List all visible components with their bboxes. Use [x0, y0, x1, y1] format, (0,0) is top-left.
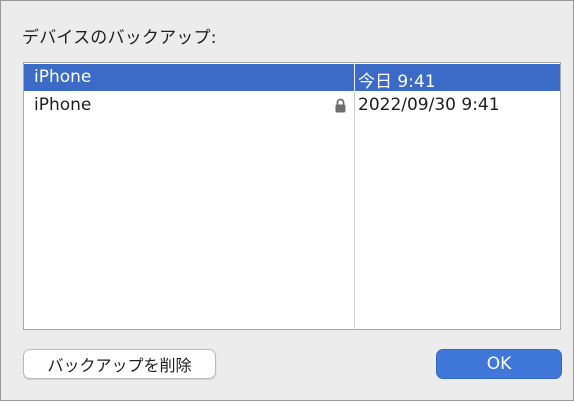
backup-row[interactable]: iPhone 今日 9:41	[24, 64, 560, 92]
lock-icon	[334, 98, 347, 113]
backup-list[interactable]: iPhone 今日 9:41 iPhone 2022/09/30 9:41	[23, 62, 561, 330]
backup-device-name: iPhone	[34, 67, 92, 87]
backup-row[interactable]: iPhone 2022/09/30 9:41	[24, 92, 560, 119]
dialog-title: デバイスのバックアップ:	[22, 28, 217, 48]
backup-dialog: デバイスのバックアップ: iPhone 今日 9:41 iPhone 2022/…	[0, 0, 574, 401]
backup-date: 今日 9:41	[358, 72, 436, 92]
ok-button[interactable]: OK	[436, 349, 562, 379]
backup-device-name: iPhone	[34, 95, 92, 115]
delete-backup-button[interactable]: バックアップを削除	[23, 349, 216, 379]
backup-date: 2022/09/30 9:41	[358, 95, 500, 115]
column-divider	[354, 64, 355, 91]
